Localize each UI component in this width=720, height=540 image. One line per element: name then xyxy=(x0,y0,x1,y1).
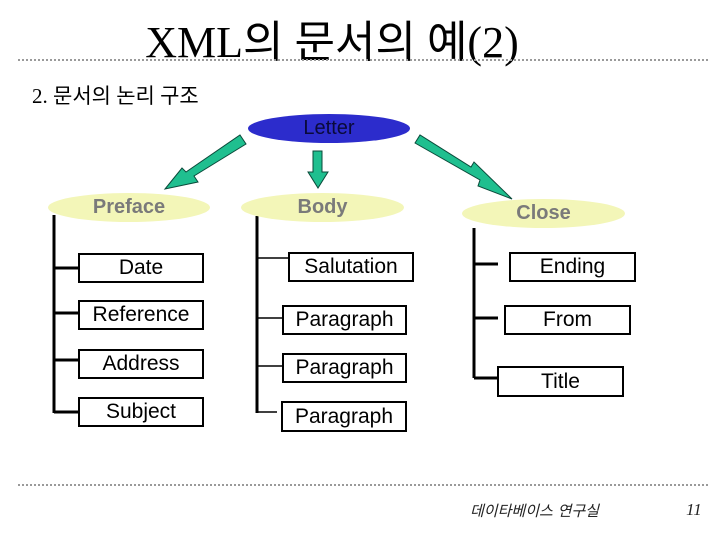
node-letter: Letter xyxy=(248,114,410,143)
node-paragraph-3: Paragraph xyxy=(281,401,407,432)
footer-lab-name: 데이타베이스 연구실 xyxy=(470,502,599,520)
node-from: From xyxy=(504,305,631,335)
node-paragraph-1: Paragraph xyxy=(282,305,407,335)
node-subject: Subject xyxy=(78,397,204,427)
node-body: Body xyxy=(241,193,404,222)
node-preface: Preface xyxy=(48,193,210,222)
node-ending: Ending xyxy=(509,252,636,282)
page-number: 11 xyxy=(686,500,702,519)
node-close: Close xyxy=(462,199,625,228)
footer-divider xyxy=(18,484,708,486)
node-title: Title xyxy=(497,366,624,397)
arrow-to-preface xyxy=(163,134,247,190)
node-date: Date xyxy=(78,253,204,283)
node-salutation: Salutation xyxy=(288,252,414,282)
arrow-to-body xyxy=(307,150,329,189)
node-address: Address xyxy=(78,349,204,379)
node-paragraph-2: Paragraph xyxy=(282,353,407,383)
arrow-to-close xyxy=(414,134,513,200)
node-reference: Reference xyxy=(78,300,204,330)
